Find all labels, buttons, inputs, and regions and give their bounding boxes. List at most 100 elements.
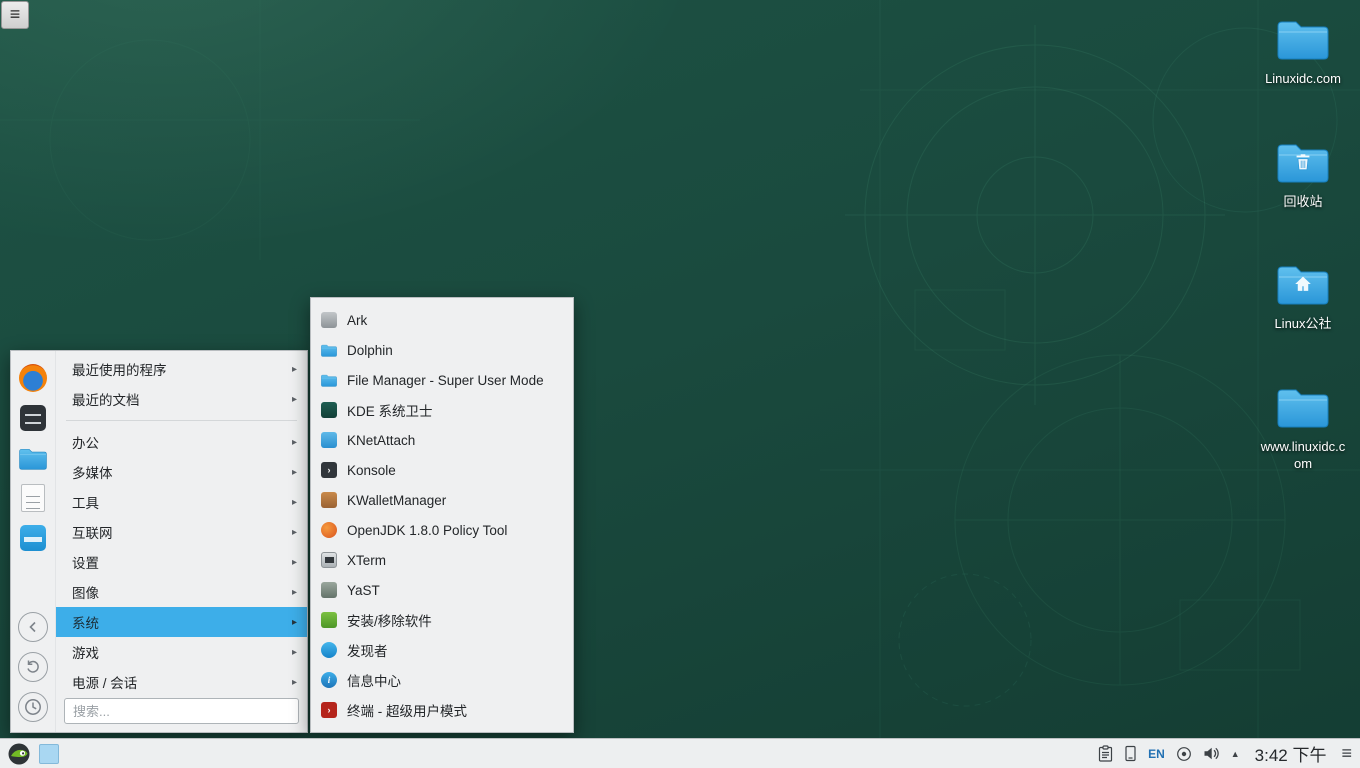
submenu-item-label: 安装/移除软件 — [347, 610, 432, 630]
menu-item-label: 最近使用的程序 — [72, 359, 167, 379]
xterm-icon — [321, 552, 337, 568]
taskbar: EN 3:42 下午 — [0, 738, 1360, 768]
menu-item-label: 设置 — [72, 552, 99, 572]
clipboard-icon[interactable] — [1098, 745, 1113, 762]
menu-item-office[interactable]: 办公 — [56, 427, 307, 457]
menu-item-games[interactable]: 游戏 — [56, 637, 307, 667]
history-icon — [25, 659, 41, 675]
kwallet-icon — [321, 492, 337, 508]
menu-sidebar — [11, 351, 56, 732]
firefox-shortcut[interactable] — [18, 363, 48, 393]
submenu-item-konsole[interactable]: Konsole — [311, 455, 573, 485]
digital-clock[interactable]: 3:42 下午 — [1255, 741, 1327, 766]
menu-item-label: 系统 — [72, 612, 99, 632]
history-button[interactable] — [18, 652, 48, 682]
menu-item-settings[interactable]: 设置 — [56, 547, 307, 577]
submenu-item-ark[interactable]: Ark — [311, 305, 573, 335]
submenu-item-openjdk-policy-tool[interactable]: OpenJDK 1.8.0 Policy Tool — [311, 515, 573, 545]
search-input[interactable] — [64, 698, 299, 724]
software-center-icon — [20, 525, 46, 551]
menu-item-label: 互联网 — [72, 522, 113, 542]
input-method-icon[interactable] — [1176, 746, 1192, 762]
submenu-item-label: KDE 系统卫士 — [347, 400, 433, 420]
submenu-item-label: XTerm — [347, 553, 386, 568]
hamburger-icon — [10, 5, 21, 25]
settings-icon — [20, 405, 46, 431]
firefox-icon — [19, 364, 47, 392]
opensuse-logo-icon — [8, 743, 30, 765]
home-icon — [1292, 273, 1314, 295]
submenu-arrow-icon — [292, 437, 297, 448]
submenu-arrow-icon — [292, 677, 297, 688]
submenu-item-xterm[interactable]: XTerm — [311, 545, 573, 575]
software-center-shortcut[interactable] — [18, 523, 48, 553]
menu-item-label: 最近的文档 — [72, 389, 140, 409]
submenu-item-discover[interactable]: 发现者 — [311, 635, 573, 665]
session-actions — [18, 612, 48, 722]
install-software-icon — [321, 612, 337, 628]
submenu-item-root-terminal[interactable]: 终端 - 超级用户模式 — [311, 695, 573, 725]
submenu-item-label: Ark — [347, 313, 367, 328]
expand-panel-icon[interactable] — [1231, 749, 1240, 759]
submenu-item-info-center[interactable]: 信息中心 — [311, 665, 573, 695]
submenu-item-label: 信息中心 — [347, 670, 401, 690]
desktop-icon-trash[interactable]: 回收站 — [1257, 139, 1349, 210]
keyboard-layout-indicator[interactable]: EN — [1148, 747, 1165, 761]
menu-item-label: 多媒体 — [72, 462, 113, 482]
submenu-arrow-icon — [292, 617, 297, 628]
leave-clock-button[interactable] — [18, 692, 48, 722]
settings-shortcut[interactable] — [18, 403, 48, 433]
file-manager-icon — [19, 446, 47, 470]
menu-item-label: 图像 — [72, 582, 99, 602]
text-document-shortcut[interactable] — [18, 483, 48, 513]
discover-icon — [321, 642, 337, 658]
submenu-item-yast[interactable]: YaST — [311, 575, 573, 605]
submenu-arrow-icon — [292, 497, 297, 508]
menu-search — [64, 698, 299, 724]
taskbar-window-entry[interactable] — [39, 744, 59, 764]
file-manager-shortcut[interactable] — [18, 443, 48, 473]
back-button[interactable] — [18, 612, 48, 642]
back-arrow-icon — [26, 620, 40, 634]
menu-item-system[interactable]: 系统 — [56, 607, 307, 637]
submenu-arrow-icon — [292, 647, 297, 658]
menu-item-recent-apps[interactable]: 最近使用的程序 — [56, 354, 307, 384]
submenu-item-file-manager-super[interactable]: File Manager - Super User Mode — [311, 365, 573, 395]
kde-guard-icon — [321, 402, 337, 418]
menu-item-tools[interactable]: 工具 — [56, 487, 307, 517]
submenu-arrow-icon — [292, 527, 297, 538]
folder-icon — [321, 372, 337, 388]
folder-icon — [1277, 384, 1329, 428]
menu-divider — [66, 420, 297, 421]
panel-settings-icon[interactable] — [1341, 743, 1352, 764]
desktop-icon-home[interactable]: Linux公社 — [1257, 261, 1349, 332]
submenu-item-install-remove-software[interactable]: 安装/移除软件 — [311, 605, 573, 635]
submenu-item-knetattach[interactable]: KNetAttach — [311, 425, 573, 455]
desktop-icon-linuxidc[interactable]: Linuxidc.com — [1257, 16, 1349, 87]
volume-icon[interactable] — [1203, 746, 1220, 761]
folder-icon — [1277, 16, 1329, 60]
yast-icon — [321, 582, 337, 598]
submenu-item-label: KNetAttach — [347, 433, 415, 448]
menu-item-recent-docs[interactable]: 最近的文档 — [56, 384, 307, 414]
desktop-icon-wwwlinuxidc[interactable]: www.linuxidc.com — [1257, 384, 1349, 472]
menu-item-graphics[interactable]: 图像 — [56, 577, 307, 607]
ark-icon — [321, 312, 337, 328]
submenu-item-kwalletmanager[interactable]: KWalletManager — [311, 485, 573, 515]
desktop-icon-label: www.linuxidc.com — [1259, 438, 1347, 472]
submenu-item-label: Dolphin — [347, 343, 393, 358]
menu-item-internet[interactable]: 互联网 — [56, 517, 307, 547]
knetattach-icon — [321, 432, 337, 448]
menu-item-label: 游戏 — [72, 642, 99, 662]
submenu-item-dolphin[interactable]: Dolphin — [311, 335, 573, 365]
clock-icon — [24, 698, 42, 716]
device-notifier-icon[interactable] — [1124, 745, 1137, 762]
submenu-item-kde-guard[interactable]: KDE 系统卫士 — [311, 395, 573, 425]
system-tray: EN 3:42 下午 — [1098, 741, 1352, 766]
menu-item-multimedia[interactable]: 多媒体 — [56, 457, 307, 487]
app-launcher-button[interactable] — [8, 743, 30, 765]
hamburger-menu-button[interactable] — [1, 1, 29, 29]
trash-icon — [1292, 151, 1314, 173]
menu-item-power-session[interactable]: 电源 / 会话 — [56, 667, 307, 697]
submenu-item-label: KWalletManager — [347, 493, 446, 508]
